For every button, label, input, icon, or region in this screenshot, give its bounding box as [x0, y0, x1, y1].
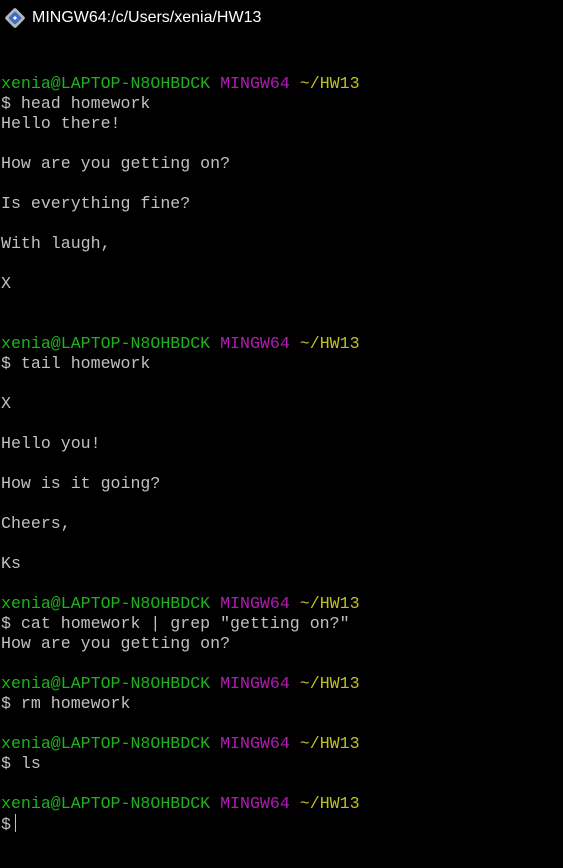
output-line: How are you getting on?	[1, 154, 561, 174]
prompt-user: xenia@LAPTOP-N8OHBDCK	[1, 674, 211, 693]
line-text: Hello you!	[1, 434, 101, 453]
line-text: $ head homework	[1, 94, 151, 113]
output-line: Hello you!	[1, 434, 561, 454]
prompt-line: xenia@LAPTOP-N8OHBDCK MINGW64 ~/HW13	[1, 794, 561, 814]
prompt-line: xenia@LAPTOP-N8OHBDCK MINGW64 ~/HW13	[1, 594, 561, 614]
window-title: MINGW64:/c/Users/xenia/HW13	[32, 9, 262, 26]
prompt-system: MINGW64	[220, 794, 290, 813]
prompt-line: xenia@LAPTOP-N8OHBDCK MINGW64 ~/HW13	[1, 334, 561, 354]
line-text: How are you getting on?	[1, 634, 231, 653]
text-cursor	[14, 814, 16, 832]
prompt-line: xenia@LAPTOP-N8OHBDCK MINGW64 ~/HW13	[1, 734, 561, 754]
git-bash-icon	[5, 8, 25, 28]
output-line: X	[1, 394, 561, 414]
line-text: $ rm homework	[1, 694, 131, 713]
output-line: $ ls	[1, 754, 561, 774]
line-text: $ cat homework | grep "getting on?"	[1, 614, 350, 633]
prompt-user: xenia@LAPTOP-N8OHBDCK	[1, 334, 211, 353]
prompt-system: MINGW64	[220, 594, 290, 613]
terminal-window: MINGW64:/c/Users/xenia/HW13 xenia@LAPTOP…	[0, 0, 563, 868]
prompt-system: MINGW64	[220, 674, 290, 693]
output-line: X	[1, 274, 561, 294]
prompt-path: ~/HW13	[299, 674, 360, 693]
input-line[interactable]: $	[1, 814, 561, 834]
output-line: $ head homework	[1, 94, 561, 114]
prompt-path: ~/HW13	[299, 74, 360, 93]
prompt-system: MINGW64	[220, 734, 290, 753]
prompt-system: MINGW64	[220, 334, 290, 353]
prompt-user: xenia@LAPTOP-N8OHBDCK	[1, 594, 211, 613]
prompt-user: xenia@LAPTOP-N8OHBDCK	[1, 734, 211, 753]
prompt-user: xenia@LAPTOP-N8OHBDCK	[1, 74, 211, 93]
output-line: Ks	[1, 554, 561, 574]
line-text: $ tail homework	[1, 354, 151, 373]
line-text: With laugh,	[1, 234, 111, 253]
line-text: Hello there!	[1, 114, 121, 133]
output-line: Is everything fine?	[1, 194, 561, 214]
output-line: How are you getting on?	[1, 634, 561, 654]
terminal-output[interactable]: xenia@LAPTOP-N8OHBDCK MINGW64 ~/HW13 $ he…	[1, 54, 561, 834]
title-bar[interactable]: MINGW64:/c/Users/xenia/HW13	[0, 0, 563, 36]
prompt-line: xenia@LAPTOP-N8OHBDCK MINGW64 ~/HW13	[1, 674, 561, 694]
prompt-path: ~/HW13	[299, 334, 360, 353]
output-line: How is it going?	[1, 474, 561, 494]
line-text: Cheers,	[1, 514, 71, 533]
output-line: Cheers,	[1, 514, 561, 534]
output-line: $ tail homework	[1, 354, 561, 374]
prompt-path: ~/HW13	[299, 594, 360, 613]
line-text: Ks	[1, 554, 21, 573]
line-text: $ ls	[1, 754, 41, 773]
output-line: With laugh,	[1, 234, 561, 254]
line-text: X	[1, 274, 11, 293]
output-line: Hello there!	[1, 114, 561, 134]
output-line: $ cat homework | grep "getting on?"	[1, 614, 561, 634]
line-text: X	[1, 394, 11, 413]
prompt-system: MINGW64	[220, 74, 290, 93]
line-text: How are you getting on?	[1, 154, 231, 173]
prompt-path: ~/HW13	[299, 734, 360, 753]
input-prompt: $	[1, 815, 11, 834]
prompt-path: ~/HW13	[299, 794, 360, 813]
line-text: Is everything fine?	[1, 194, 191, 213]
prompt-user: xenia@LAPTOP-N8OHBDCK	[1, 794, 211, 813]
line-text: How is it going?	[1, 474, 161, 493]
output-line: $ rm homework	[1, 694, 561, 714]
prompt-line: xenia@LAPTOP-N8OHBDCK MINGW64 ~/HW13	[1, 74, 561, 94]
